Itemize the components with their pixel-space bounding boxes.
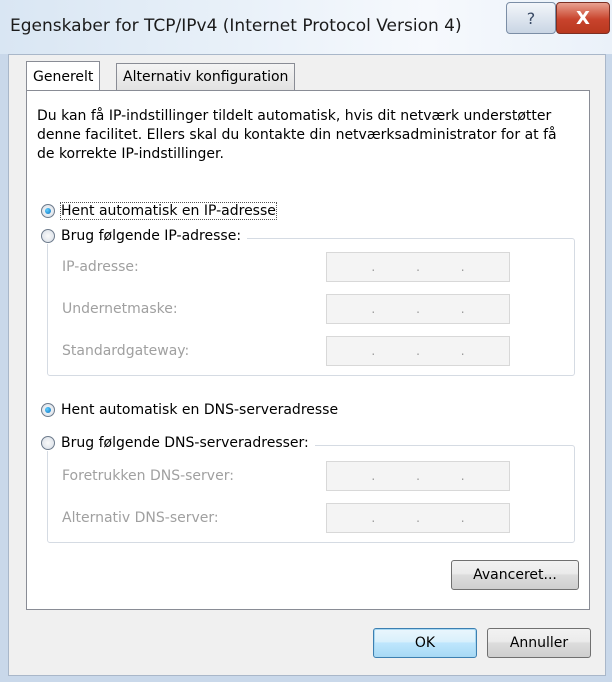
ok-button[interactable]: OK <box>373 628 477 658</box>
default-gateway-field[interactable]: ... <box>326 336 510 366</box>
default-gateway-label: Standardgateway: <box>62 343 190 359</box>
tab-panel-generelt: Du kan få IP-indstillinger tildelt autom… <box>26 90 590 610</box>
close-button[interactable]: X <box>556 2 610 34</box>
subnet-mask-label: Undernetmaske: <box>62 301 178 317</box>
alternate-dns-field[interactable]: ... <box>326 503 510 533</box>
ip-settings-group: IP-adresse: ... Undernetmaske: ... Stand… <box>47 238 575 376</box>
dns-manual-radio[interactable] <box>41 436 55 450</box>
alternate-dns-label: Alternativ DNS-server: <box>62 510 219 526</box>
ip-manual-radio[interactable] <box>41 229 55 243</box>
description-text: Du kan få IP-indstillinger tildelt autom… <box>37 108 557 162</box>
tab-generelt[interactable]: Generelt <box>26 61 101 90</box>
help-button[interactable]: ? <box>506 2 556 34</box>
dns-manual-label[interactable]: Brug følgende DNS-serveradresser: <box>61 435 309 451</box>
tab-alternativ-konfiguration[interactable]: Alternativ konfiguration <box>116 63 296 90</box>
cancel-button[interactable]: Annuller <box>487 628 591 658</box>
subnet-mask-field[interactable]: ... <box>326 294 510 324</box>
dns-settings-group: Foretrukken DNS-server: ... Alternativ D… <box>47 445 575 543</box>
dns-auto-radio[interactable] <box>41 403 55 417</box>
title-bar: Egenskaber for TCP/IPv4 (Internet Protoc… <box>0 0 612 54</box>
dns-auto-label[interactable]: Hent automatisk en DNS-serveradresse <box>61 402 338 418</box>
dialog-window: Egenskaber for TCP/IPv4 (Internet Protoc… <box>0 0 612 682</box>
preferred-dns-label: Foretrukken DNS-server: <box>62 468 234 484</box>
advanced-button[interactable]: Avanceret... <box>451 560 579 590</box>
ip-auto-radio-row[interactable]: Hent automatisk en IP-adresse <box>41 202 282 220</box>
ip-manual-radio-row[interactable]: Brug følgende IP-adresse: <box>41 228 248 244</box>
ip-auto-radio[interactable] <box>41 204 55 218</box>
dialog-title: Egenskaber for TCP/IPv4 (Internet Protoc… <box>10 16 462 36</box>
help-icon: ? <box>526 8 536 28</box>
ip-address-label: IP-adresse: <box>62 259 139 275</box>
ip-manual-label[interactable]: Brug følgende IP-adresse: <box>61 228 241 244</box>
dns-auto-radio-row[interactable]: Hent automatisk en DNS-serveradresse <box>41 402 345 418</box>
close-icon: X <box>576 7 590 29</box>
preferred-dns-field[interactable]: ... <box>326 461 510 491</box>
dns-manual-radio-row[interactable]: Brug følgende DNS-serveradresser: <box>41 435 315 451</box>
ip-auto-label[interactable]: Hent automatisk en IP-adresse <box>60 202 277 220</box>
dialog-client-area: Generelt Alternativ konfiguration Du kan… <box>8 54 606 676</box>
ip-address-field[interactable]: ... <box>326 252 510 282</box>
